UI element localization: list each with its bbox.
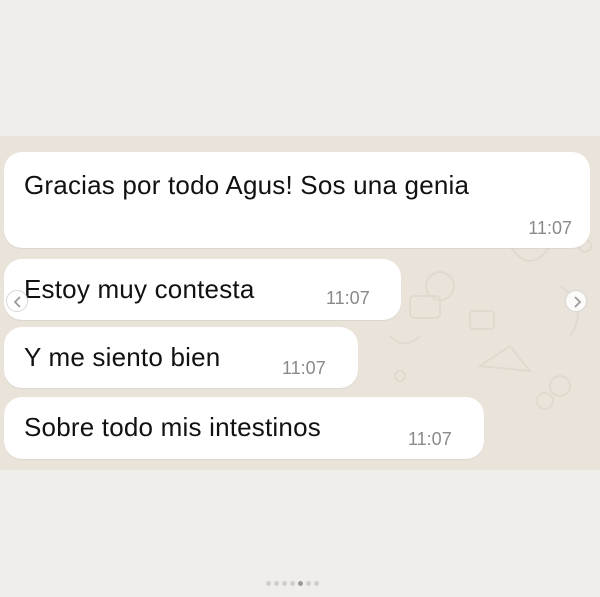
message-timestamp: 11:07 [528, 218, 572, 238]
message-text: Gracias por todo Agus! Sos una genia [24, 170, 470, 200]
pagination-dot[interactable] [314, 581, 319, 586]
message-timestamp: 11:07 [408, 429, 452, 449]
message-timestamp: 11:07 [282, 358, 326, 378]
message-text: Sobre todo mis intestinos [24, 412, 321, 442]
carousel-pagination[interactable] [266, 581, 319, 587]
pagination-dot[interactable] [298, 581, 303, 586]
message-bubble[interactable]: Estoy muy contesta 11:07 [4, 259, 401, 320]
message-text: Estoy muy contesta [24, 274, 255, 304]
message-text: Y me siento bien [24, 342, 221, 372]
pagination-dot[interactable] [306, 581, 311, 586]
message-bubble[interactable]: Sobre todo mis intestinos 11:07 [4, 397, 484, 459]
message-bubble[interactable]: Gracias por todo Agus! Sos una genia 11:… [4, 152, 590, 248]
previous-arrow-button[interactable] [6, 290, 28, 312]
pagination-dot[interactable] [282, 581, 287, 586]
pagination-dot[interactable] [266, 581, 271, 586]
message-bubble[interactable]: Y me siento bien 11:07 [4, 327, 358, 388]
pagination-dot[interactable] [290, 581, 295, 586]
message-timestamp: 11:07 [326, 288, 370, 308]
chevron-left-icon [13, 296, 21, 308]
next-arrow-button[interactable] [565, 290, 587, 312]
chevron-right-icon [574, 296, 582, 308]
pagination-dot[interactable] [274, 581, 279, 586]
